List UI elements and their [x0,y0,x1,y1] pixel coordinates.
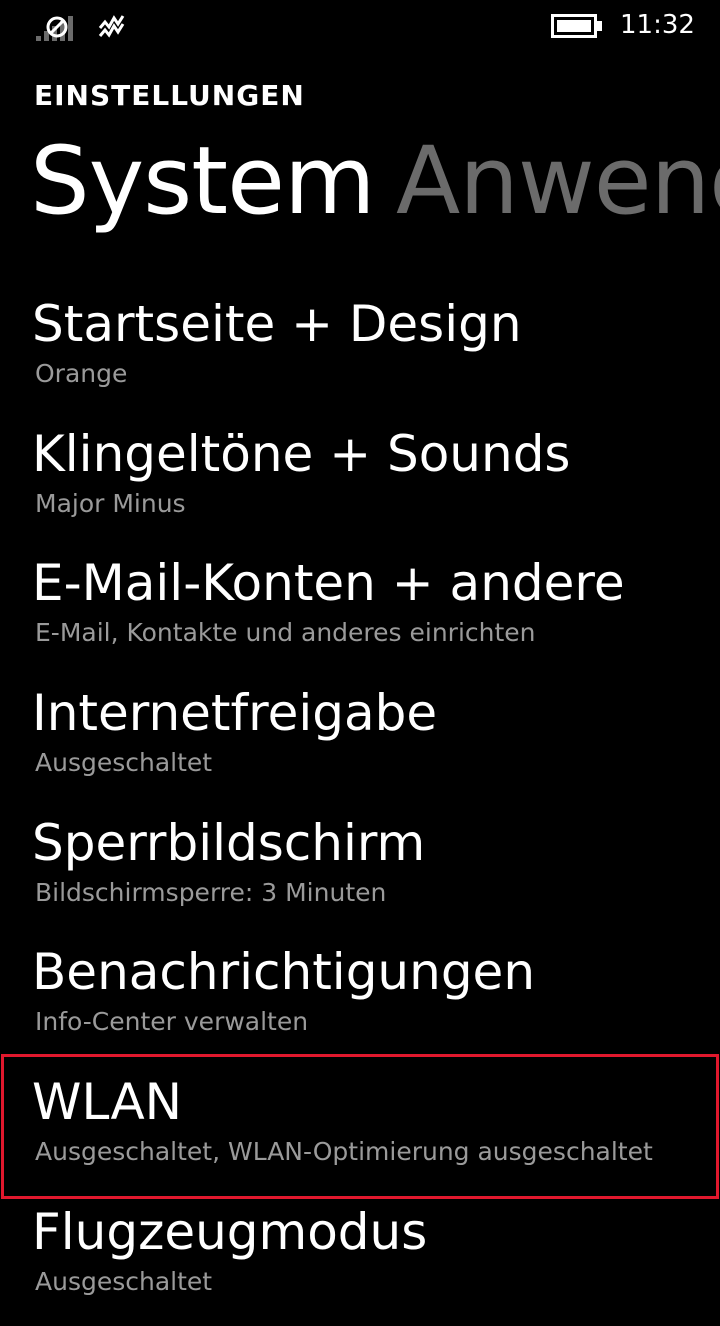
pivot-tab-system[interactable]: System [30,122,376,242]
pivot-bar: System Anwend [0,122,720,252]
setting-subtitle: Orange [35,359,128,388]
clock: 11:32 [620,10,695,40]
setting-title: Sperrbildschirm [32,814,426,872]
battery-icon [551,14,602,38]
setting-subtitle: Ausgeschaltet [35,1267,213,1296]
setting-subtitle: Ausgeschaltet, WLAN-Optimierung ausgesch… [35,1137,653,1166]
setting-item-flugzeugmodus[interactable]: Flugzeugmodus Ausgeschaltet [0,1198,720,1326]
setting-item-sperrbildschirm[interactable]: Sperrbildschirm Bildschirmsperre: 3 Minu… [0,809,720,937]
app-title: EINSTELLUNGEN [34,79,305,112]
setting-subtitle: Info-Center verwalten [35,1007,309,1036]
setting-item-benachrichtigungen[interactable]: Benachrichtigungen Info-Center verwalten [0,938,720,1066]
status-bar: 11:32 [0,0,720,52]
setting-item-wlan[interactable]: WLAN Ausgeschaltet, WLAN-Optimierung aus… [0,1068,720,1196]
setting-title: Klingeltöne + Sounds [32,425,571,483]
setting-title: Internetfreigabe [32,684,438,742]
setting-subtitle: Ausgeschaltet [35,748,213,777]
setting-item-klingeltoene-sounds[interactable]: Klingeltöne + Sounds Major Minus [0,420,720,548]
setting-subtitle: Major Minus [35,489,186,518]
setting-title: Flugzeugmodus [32,1203,428,1261]
vibrate-icon [98,15,125,38]
pivot-tab-anwendungen[interactable]: Anwend [396,122,720,242]
setting-title: Startseite + Design [32,295,522,353]
setting-item-startseite-design[interactable]: Startseite + Design Orange [0,290,720,418]
signal-icon [36,16,73,41]
setting-title: WLAN [32,1073,183,1131]
setting-item-internetfreigabe[interactable]: Internetfreigabe Ausgeschaltet [0,679,720,807]
setting-subtitle: Bildschirmsperre: 3 Minuten [35,878,387,907]
setting-item-email-konten[interactable]: E-Mail-Konten + andere E-Mail, Kontakte … [0,549,720,677]
setting-title: E-Mail-Konten + andere [32,554,625,612]
setting-title: Benachrichtigungen [32,943,536,1001]
setting-subtitle: E-Mail, Kontakte und anderes einrichten [35,618,536,647]
